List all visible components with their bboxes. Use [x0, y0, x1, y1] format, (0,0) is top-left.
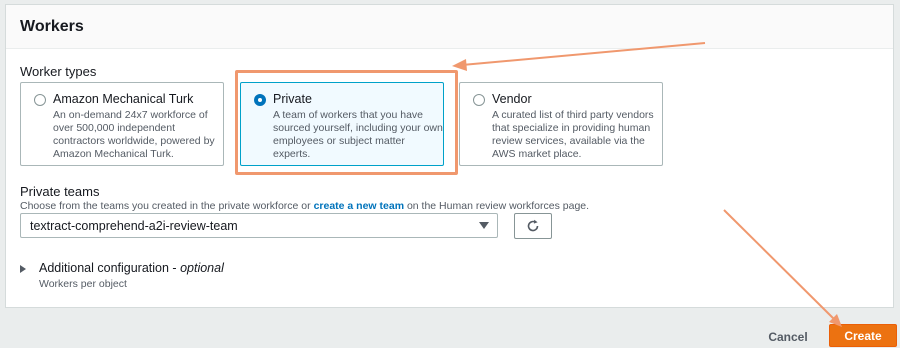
annotation-arrows — [452, 42, 842, 327]
annotation-arrow-to-create — [723, 209, 842, 327]
annotation-arrow-to-private — [452, 42, 706, 71]
